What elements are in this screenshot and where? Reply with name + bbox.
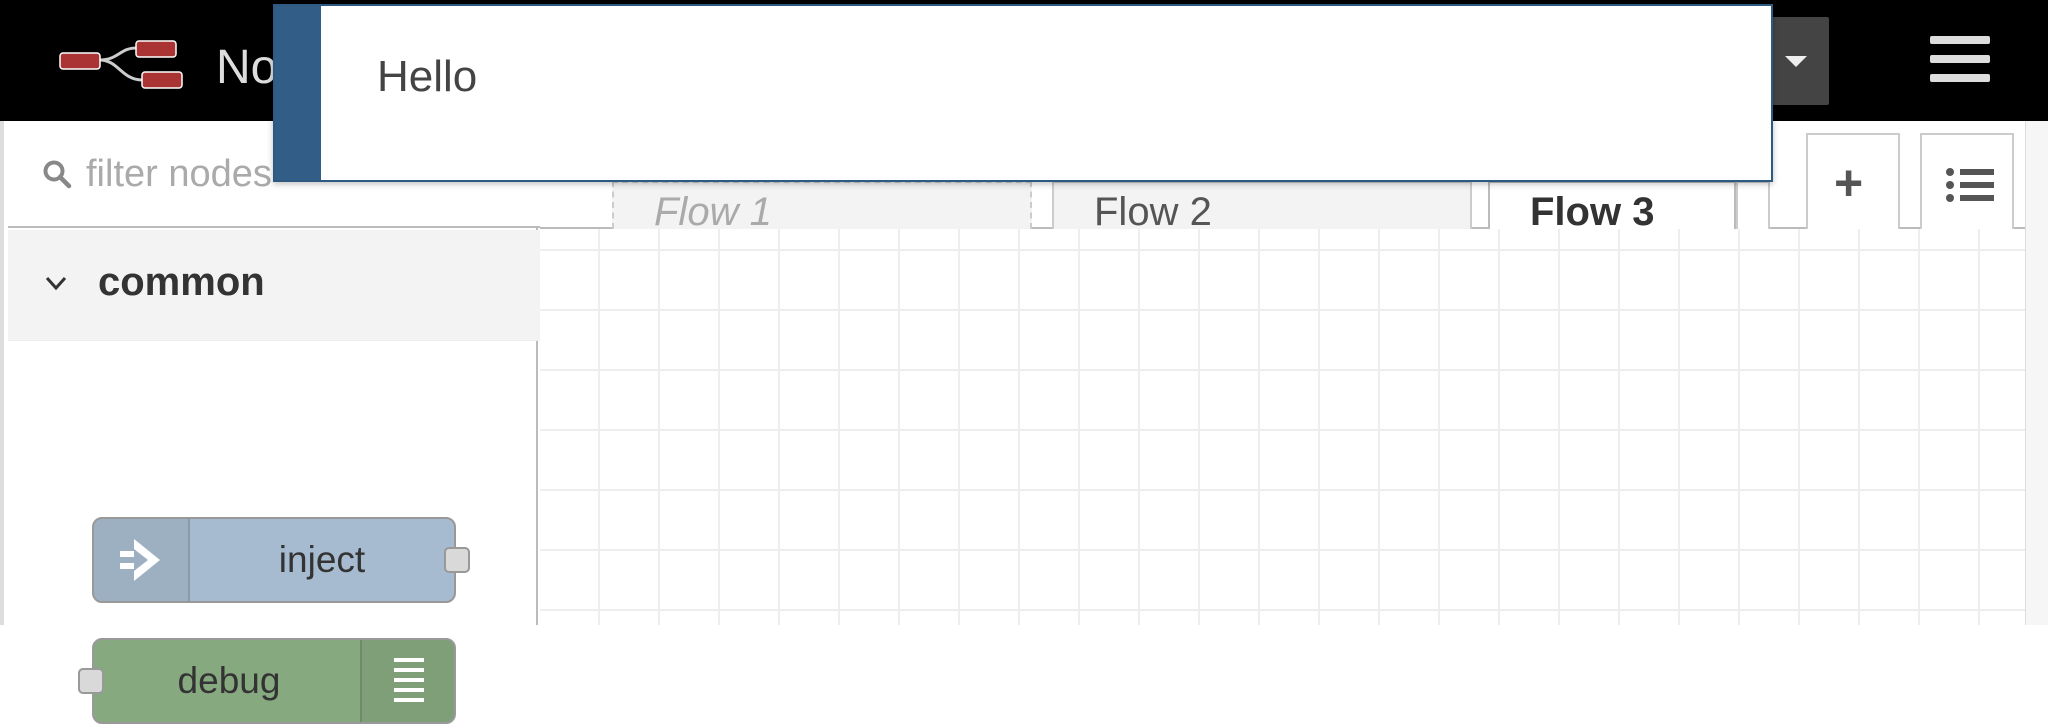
- tab-label: Flow 3: [1530, 190, 1655, 231]
- notification-message: Hello: [377, 52, 478, 101]
- category-label: common: [98, 260, 265, 304]
- tab-scroll-right-button[interactable]: [1736, 181, 1770, 229]
- caret-down-icon: [1785, 56, 1807, 67]
- app-title: No: [216, 41, 278, 94]
- tab-label: Flow 1: [654, 190, 772, 229]
- debug-icon-area: [360, 640, 454, 722]
- node-label: debug: [177, 660, 281, 701]
- plus-icon: +: [1834, 155, 1864, 211]
- inject-icon-area: [94, 519, 190, 601]
- flow-canvas-grid[interactable]: [540, 229, 2025, 625]
- palette-node-debug[interactable]: debug: [78, 638, 456, 724]
- inject-arrow-icon: [120, 539, 160, 581]
- search-icon: [43, 160, 72, 189]
- tab-flow-2[interactable]: Flow 2: [1052, 181, 1472, 229]
- notification-popup[interactable]: Hello: [273, 4, 1773, 182]
- output-port[interactable]: [444, 547, 470, 573]
- palette-node-inject[interactable]: inject: [92, 517, 470, 603]
- flow-list-button[interactable]: [1920, 133, 2014, 229]
- hamburger-menu-icon: [1930, 36, 1990, 44]
- workspace-scrollbar[interactable]: [2025, 121, 2048, 625]
- debug-list-icon: [394, 658, 424, 702]
- list-icon: [1946, 168, 1994, 202]
- input-port[interactable]: [78, 668, 104, 694]
- tab-flow-1[interactable]: Flow 1: [612, 181, 1032, 229]
- add-flow-button[interactable]: +: [1806, 133, 1900, 229]
- node-label: inject: [278, 539, 366, 580]
- node-palette: common inject debug: [0, 121, 542, 724]
- tab-label: Flow 2: [1094, 190, 1212, 229]
- chevron-down-icon: [45, 276, 67, 291]
- main-menu-button[interactable]: [1930, 36, 1990, 86]
- workspace: Flow 1 Flow 2 Flow 3 +: [540, 121, 2025, 625]
- category-header-common[interactable]: common: [8, 230, 542, 341]
- notification-accent-bar: [275, 6, 321, 180]
- hamburger-line: [1930, 74, 1990, 82]
- node-red-logo-icon: [59, 40, 183, 89]
- hamburger-line: [1930, 55, 1990, 63]
- tab-flow-3[interactable]: Flow 3: [1488, 181, 1736, 231]
